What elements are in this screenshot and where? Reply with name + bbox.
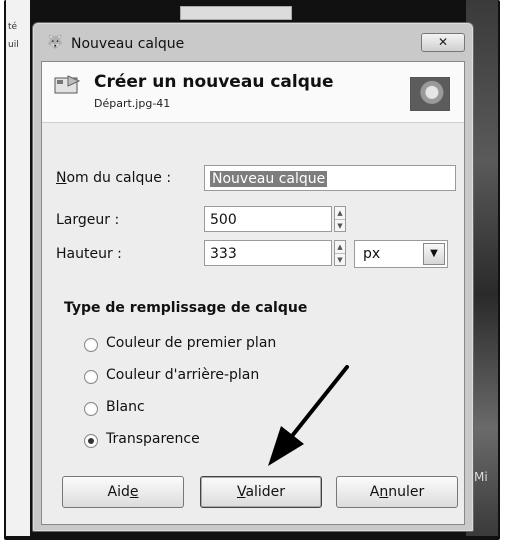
radio-label: Transparence [106,431,200,447]
background-right-text: Mi [474,470,488,484]
header-title: Créer un nouveau calque [94,72,334,92]
layer-name-mnemonic: N [56,170,67,186]
dialog-titlebar[interactable]: 🐺 Nouveau calque ✕ [33,23,473,61]
height-input[interactable]: 333 [204,240,332,266]
ok-label-b: alider [245,484,286,500]
background-app-left [6,0,30,536]
help-mnemonic: e [129,484,139,500]
cancel-label-a: A [369,484,380,500]
height-spinner[interactable]: ▲ ▼ [334,240,346,266]
spin-up-icon[interactable]: ▲ [335,207,345,220]
unit-value: px [363,246,381,262]
radio-button[interactable] [84,338,98,352]
new-layer-icon [54,75,80,94]
header-subtitle: Départ.jpg-41 [94,97,171,110]
close-button[interactable]: ✕ [421,33,465,52]
layer-name-input[interactable]: Nouveau calque [204,165,456,191]
cancel-button[interactable]: Annuler [336,476,458,508]
layer-name-label: Nom du calque : [56,170,171,186]
spin-up-icon[interactable]: ▲ [335,241,345,254]
ok-button[interactable]: Valider [200,476,322,508]
unit-select[interactable]: px ▼ [354,240,448,268]
image-thumbnail [410,77,450,111]
radio-label: Couleur d'arrière-plan [106,367,260,383]
layer-name-value: Nouveau calque [210,171,328,187]
radio-button[interactable] [84,370,98,384]
help-button[interactable]: Aide [62,476,184,508]
cancel-label-b: nuler [388,484,425,500]
spin-down-icon[interactable]: ▼ [335,254,345,266]
radio-label: Blanc [106,399,145,415]
dialog-title: Nouveau calque [71,36,185,52]
radio-label: Couleur de premier plan [106,335,277,351]
background-left-text: té uil [8,22,19,50]
height-label: Hauteur : [56,246,122,262]
new-layer-dialog: 🐺 Nouveau calque ✕ Créer un nouveau calq… [32,22,474,532]
radio-button-checked[interactable] [84,434,98,448]
spin-down-icon[interactable]: ▼ [335,220,345,232]
radio-button[interactable] [84,402,98,416]
width-label: Largeur : [56,212,120,228]
dialog-content: Créer un nouveau calque Départ.jpg-41 No… [41,61,465,525]
gimp-icon: 🐺 [47,35,64,50]
width-input[interactable]: 500 [204,206,332,232]
cancel-mnemonic: n [379,484,389,500]
layer-name-label-text: om du calque : [66,170,172,186]
background-toolbar-strip [180,6,292,20]
chevron-down-icon[interactable]: ▼ [423,243,445,265]
dialog-header: Créer un nouveau calque Départ.jpg-41 [42,62,464,123]
fill-type-title: Type de remplissage de calque [64,300,308,316]
help-label-a: Aid [107,484,130,500]
width-spinner[interactable]: ▲ ▼ [334,206,346,232]
